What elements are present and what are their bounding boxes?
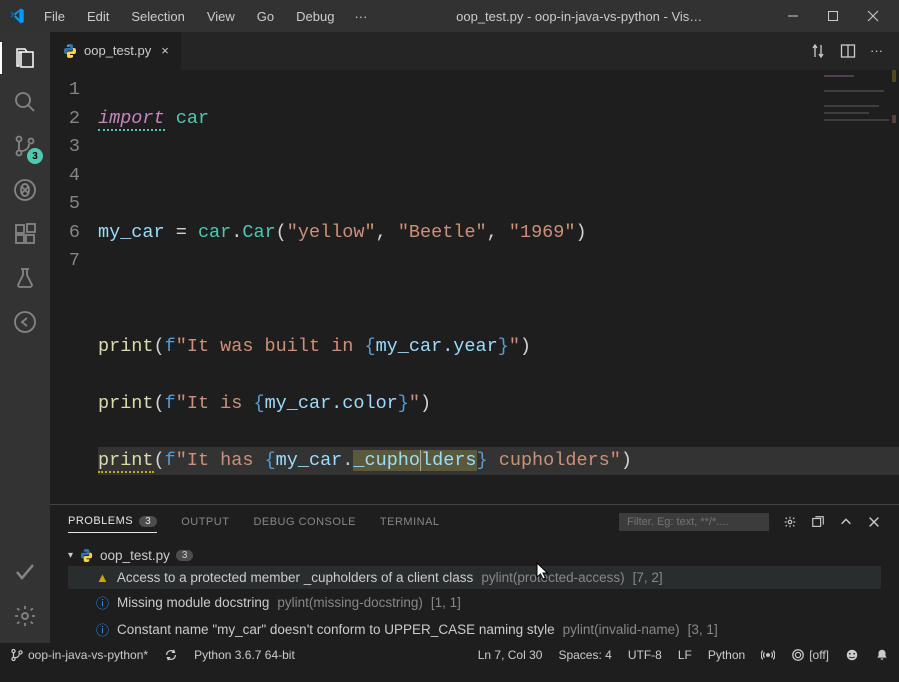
title-bar: File Edit Selection View Go Debug ··· oo… (0, 0, 899, 32)
problem-item[interactable]: ⓘ Missing module docstring pylint(missin… (68, 589, 881, 616)
editor-actions: ··· (810, 43, 899, 59)
problems-list: ▾ oop_test.py 3 ▲ Access to a protected … (50, 539, 899, 649)
problem-item[interactable]: ▲ Access to a protected member _cupholde… (68, 566, 881, 589)
debug-icon[interactable] (9, 174, 41, 206)
liveshare-icon[interactable] (9, 306, 41, 338)
problems-filter-input[interactable] (619, 513, 769, 531)
maximize-button[interactable] (823, 6, 843, 26)
python-file-icon (62, 43, 78, 59)
minimize-button[interactable] (783, 6, 803, 26)
close-panel-icon[interactable] (867, 515, 881, 529)
chevron-down-icon: ▾ (68, 550, 73, 561)
menu-debug[interactable]: Debug (286, 5, 344, 28)
menu-selection[interactable]: Selection (121, 5, 194, 28)
menu-edit[interactable]: Edit (77, 5, 119, 28)
tab-close-icon[interactable]: × (161, 43, 169, 58)
python-file-icon (79, 548, 94, 563)
status-interpreter[interactable]: Python 3.6.7 64-bit (194, 648, 295, 662)
menu-file[interactable]: File (34, 5, 75, 28)
menu-bar: File Edit Selection View Go Debug ··· (34, 5, 375, 28)
extensions-icon[interactable] (9, 218, 41, 250)
tab-oop-test[interactable]: oop_test.py × (50, 32, 181, 70)
problem-file-group[interactable]: ▾ oop_test.py 3 (68, 545, 881, 566)
explorer-icon[interactable] (9, 42, 41, 74)
status-encoding[interactable]: UTF-8 (628, 648, 662, 662)
status-indentation[interactable]: Spaces: 4 (558, 648, 611, 662)
status-screencast[interactable]: [off] (791, 648, 829, 662)
test-icon[interactable] (9, 262, 41, 294)
more-actions-icon[interactable]: ··· (870, 43, 883, 59)
window-controls (783, 6, 891, 26)
filter-settings-icon[interactable] (783, 515, 797, 529)
info-icon: ⓘ (96, 620, 109, 639)
tab-terminal[interactable]: TERMINAL (380, 516, 440, 528)
line-number-gutter: 1234567 (50, 70, 98, 504)
status-broadcast-icon[interactable] (761, 648, 775, 662)
tab-label: oop_test.py (84, 43, 151, 58)
scm-badge: 3 (27, 148, 43, 164)
source-control-icon[interactable]: 3 (9, 130, 41, 162)
tab-problems[interactable]: PROBLEMS3 (68, 515, 157, 533)
status-language[interactable]: Python (708, 648, 745, 662)
bottom-panel: PROBLEMS3 OUTPUT DEBUG CONSOLE TERMINAL … (50, 504, 899, 649)
menu-more[interactable]: ··· (346, 5, 375, 28)
menu-view[interactable]: View (197, 5, 245, 28)
status-cursor-position[interactable]: Ln 7, Col 30 (478, 648, 543, 662)
compare-icon[interactable] (810, 43, 826, 59)
close-button[interactable] (863, 6, 883, 26)
tab-debug-console[interactable]: DEBUG CONSOLE (253, 516, 355, 528)
minimap[interactable] (819, 70, 899, 504)
editor-area: oop_test.py × ··· 1234567 import car my_… (50, 32, 899, 642)
tab-output[interactable]: OUTPUT (181, 516, 229, 528)
status-sync[interactable] (164, 648, 178, 662)
activity-bar: 3 (0, 32, 50, 642)
search-icon[interactable] (9, 86, 41, 118)
code-content[interactable]: import car my_car = car.Car("yellow", "B… (98, 70, 899, 504)
status-eol[interactable]: LF (678, 648, 692, 662)
settings-gear-icon[interactable] (9, 600, 41, 632)
status-feedback-icon[interactable] (845, 648, 859, 662)
window-title: oop_test.py - oop-in-java-vs-python - Vi… (375, 9, 783, 24)
checkmark-icon[interactable] (9, 556, 41, 588)
status-bell-icon[interactable] (875, 648, 889, 662)
maximize-panel-icon[interactable] (839, 515, 853, 529)
problem-item[interactable]: ⓘ Constant name "my_car" doesn't conform… (68, 616, 881, 643)
split-editor-icon[interactable] (840, 43, 856, 59)
collapse-all-icon[interactable] (811, 515, 825, 529)
vscode-logo-icon (8, 7, 26, 25)
warning-icon: ▲ (96, 570, 109, 585)
menu-go[interactable]: Go (247, 5, 284, 28)
status-branch[interactable]: oop-in-java-vs-python* (10, 648, 148, 662)
info-icon: ⓘ (96, 593, 109, 612)
panel-tab-bar: PROBLEMS3 OUTPUT DEBUG CONSOLE TERMINAL (50, 505, 899, 539)
tab-bar: oop_test.py × ··· (50, 32, 899, 70)
code-editor[interactable]: 1234567 import car my_car = car.Car("yel… (50, 70, 899, 504)
